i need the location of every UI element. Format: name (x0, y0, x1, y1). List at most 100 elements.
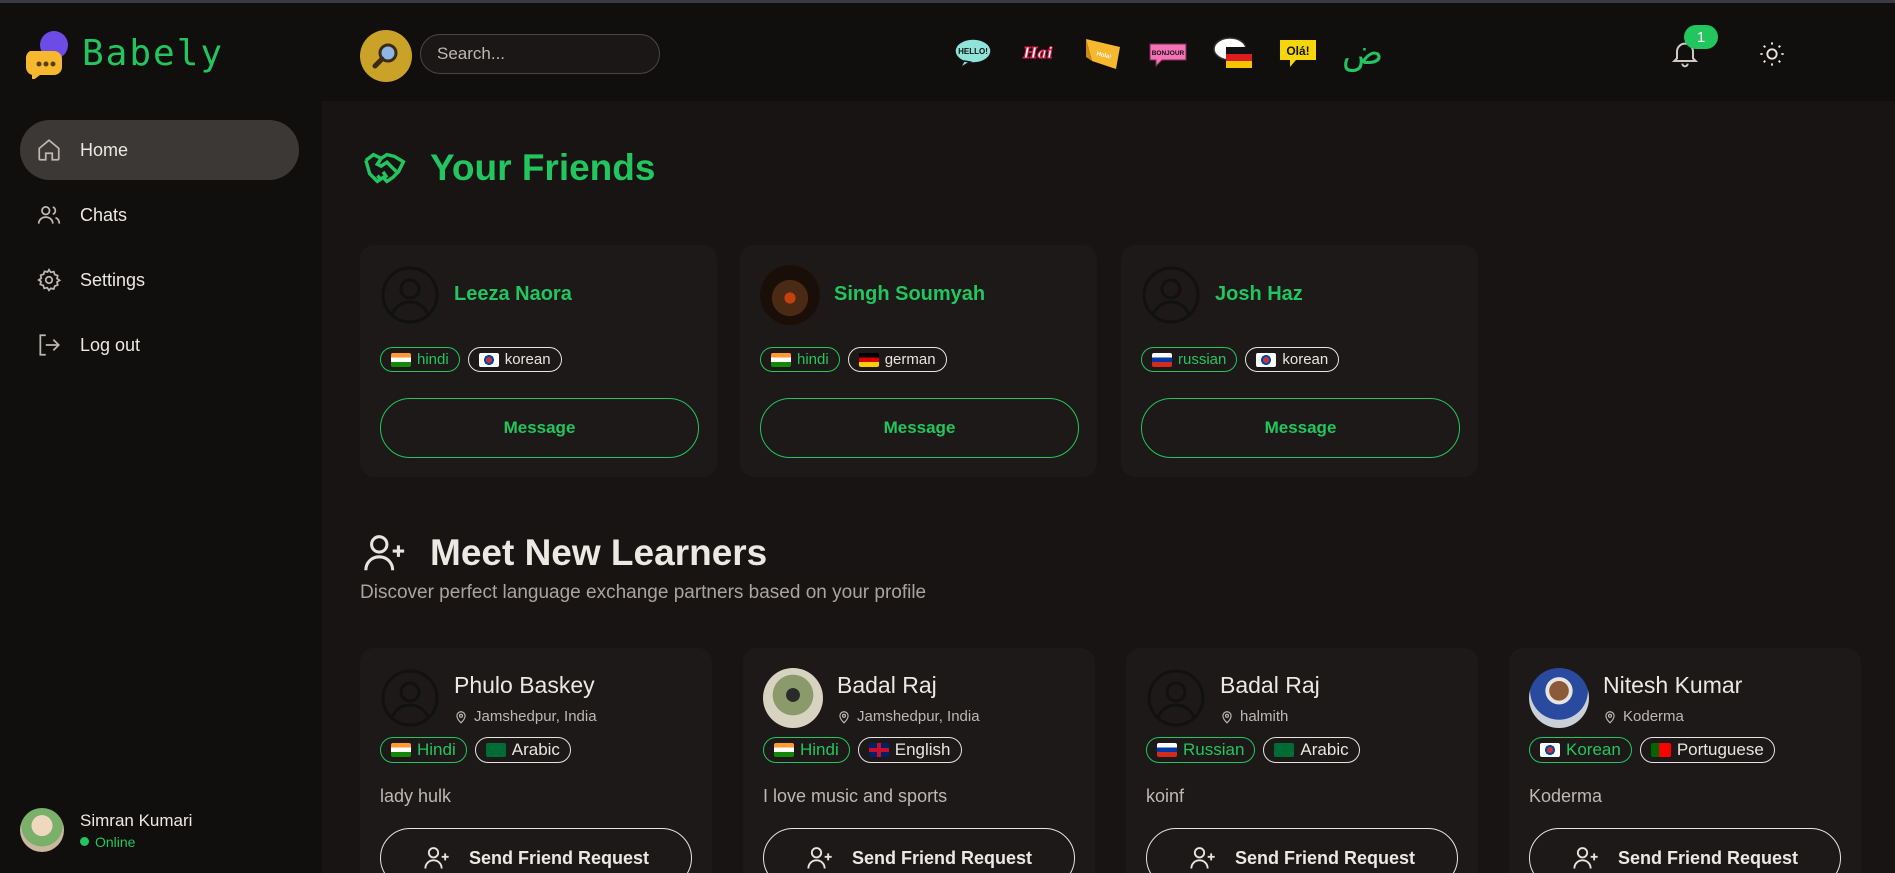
hello-label: HELLO! (958, 47, 988, 56)
default-avatar-icon (381, 266, 439, 324)
russia-flag-icon (1152, 352, 1172, 367)
tag-label: Portuguese (1676, 740, 1764, 759)
current-user-card[interactable]: Simran Kumari Online (20, 808, 192, 852)
theme-toggle-sun-icon[interactable] (1758, 40, 1786, 68)
add-user-icon (1190, 847, 1215, 869)
message-button[interactable]: Message (760, 398, 1079, 458)
app-logo[interactable]: Babely (24, 27, 224, 81)
send-friend-request-button[interactable]: Send Friend Request (1529, 828, 1841, 873)
friend-name[interactable]: Leeza Naora (454, 283, 572, 306)
send-friend-request-button[interactable]: Send Friend Request (763, 828, 1075, 873)
friend-card: Leeza Naora hindi korean Message (360, 245, 717, 477)
saudi-flag-icon (1274, 743, 1295, 757)
learner-card: Nitesh Kumar Koderma Korean Portuguese K… (1509, 648, 1861, 873)
logout-icon (39, 334, 60, 356)
nav-item-label: Chats (80, 204, 128, 225)
india-flag-icon (774, 743, 794, 757)
learner-name[interactable]: Badal Raj (837, 672, 937, 699)
map-pin-icon (1222, 710, 1232, 724)
learner-bio: I love music and sports (763, 786, 948, 806)
tag-label: English (894, 740, 951, 759)
search-button[interactable] (360, 30, 412, 82)
native-language-tag: Hindi (763, 737, 850, 763)
gear-icon (37, 268, 62, 292)
learner-card: Badal Raj halmith Russian Arabic koinf S… (1126, 648, 1478, 873)
saudi-flag-icon (485, 743, 506, 757)
button-label: Send Friend Request (1617, 847, 1799, 868)
add-user-icon (424, 847, 449, 869)
section-title-text: Meet New Learners (430, 532, 768, 573)
map-pin-icon (1605, 710, 1615, 724)
add-user-icon (364, 535, 405, 571)
tag-label: korean (1282, 351, 1329, 368)
learning-language-tag: korean (467, 347, 562, 372)
korea-flag-icon (1540, 743, 1560, 757)
home-icon (38, 139, 60, 161)
german-chat-icon (1212, 33, 1254, 73)
nav-item-home[interactable]: Home (20, 120, 299, 180)
avatar (760, 265, 820, 325)
learner-name[interactable]: Phulo Baskey (454, 672, 595, 699)
tag-label: russian (1178, 351, 1227, 368)
user-name: Simran Kumari (80, 810, 193, 830)
learning-language-tag: korean (1245, 347, 1340, 372)
button-label: Send Friend Request (1234, 847, 1416, 868)
nav-item-label: Log out (80, 334, 141, 355)
nav-item-settings[interactable]: Settings (20, 250, 299, 310)
send-friend-request-button[interactable]: Send Friend Request (380, 828, 692, 873)
native-language-tag: Korean (1529, 737, 1632, 763)
default-avatar-icon (1147, 669, 1205, 727)
section-title-text: Your Friends (430, 147, 656, 188)
location-text: Jamshedpur, India (857, 708, 980, 725)
learners-subtitle: Discover perfect language exchange partn… (360, 582, 927, 603)
message-button[interactable]: Message (380, 398, 699, 458)
online-dot-icon (80, 837, 89, 846)
korea-flag-icon (1256, 352, 1277, 367)
learning-language-tag: Arabic (474, 737, 571, 763)
sidebar: Babely Home Chats Settings Log out Simra… (0, 3, 322, 873)
nav-item-label: Settings (80, 269, 146, 290)
notification-badge: 1 (1684, 25, 1718, 49)
send-friend-request-button[interactable]: Send Friend Request (1146, 828, 1458, 873)
friend-name[interactable]: Josh Haz (1215, 283, 1303, 306)
friend-name[interactable]: Singh Soumyah (834, 283, 985, 306)
native-language-tag: hindi (380, 347, 460, 372)
learner-name[interactable]: Nitesh Kumar (1603, 672, 1742, 699)
india-flag-icon (771, 352, 791, 367)
learning-language-tag: Arabic (1263, 737, 1360, 763)
korea-flag-icon (478, 352, 499, 367)
nav-item-chats[interactable]: Chats (20, 185, 299, 245)
friend-card: Singh Soumyah hindi german Message (740, 245, 1097, 477)
message-button[interactable]: Message (1141, 398, 1460, 458)
hello-english-icon: HELLO! (954, 33, 992, 73)
button-label: Send Friend Request (851, 847, 1033, 868)
status-text: Online (95, 833, 136, 850)
hello-label: BONJOUR (1152, 50, 1185, 57)
learning-language-tag: german (847, 347, 947, 372)
hello-spanish-icon: Hola! (1084, 33, 1124, 73)
default-avatar-icon (1142, 266, 1200, 324)
learners-section-title: Meet New Learners (360, 530, 767, 576)
tag-label: Russian (1183, 740, 1245, 759)
native-language-tag: russian (1141, 347, 1238, 372)
learning-language-tag: Portuguese (1639, 737, 1775, 763)
learner-bio: koinf (1146, 786, 1185, 806)
portugal-flag-icon (1650, 743, 1671, 757)
nav-item-logout[interactable]: Log out (20, 315, 299, 375)
map-pin-icon (456, 710, 466, 724)
learner-location: Koderma (1603, 708, 1684, 725)
tag-label: hindi (417, 351, 449, 368)
hello-portuguese-icon: Olá! (1278, 33, 1318, 73)
tag-label: Arabic (511, 740, 560, 759)
hello-bonjour-icon: BONJOUR (1148, 33, 1188, 73)
add-user-icon (1573, 847, 1598, 869)
tag-label: german (884, 351, 936, 368)
arabic-letter-icon: ض (1342, 33, 1384, 73)
uk-flag-icon (868, 743, 889, 757)
native-language-tag: Russian (1146, 737, 1256, 763)
search-input[interactable] (420, 34, 660, 74)
learner-name[interactable]: Badal Raj (1220, 672, 1320, 699)
tag-label: korean (504, 351, 551, 368)
tag-label: Hindi (417, 740, 456, 759)
friends-section-title: Your Friends (360, 145, 655, 191)
